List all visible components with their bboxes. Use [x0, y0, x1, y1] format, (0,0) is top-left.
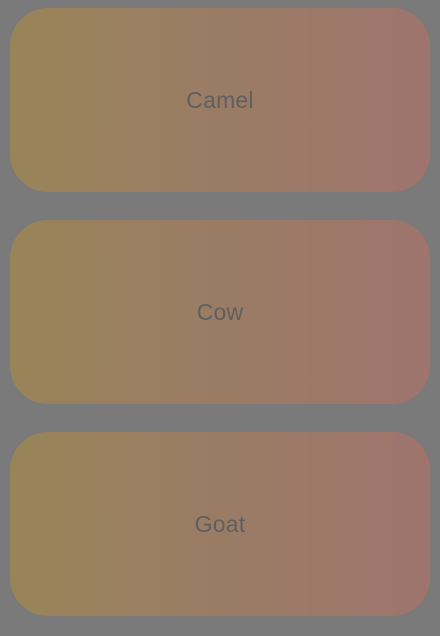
card-label: Camel	[186, 86, 254, 113]
card-label: Cow	[196, 298, 244, 325]
screen: Camel Cow Goat	[0, 0, 440, 636]
card-label: Goat	[194, 510, 246, 537]
animal-card-cow[interactable]: Cow	[10, 220, 430, 404]
animal-card-camel[interactable]: Camel	[10, 8, 430, 192]
animal-card-list: Camel Cow Goat	[10, 8, 430, 616]
animal-card-goat[interactable]: Goat	[10, 432, 430, 616]
